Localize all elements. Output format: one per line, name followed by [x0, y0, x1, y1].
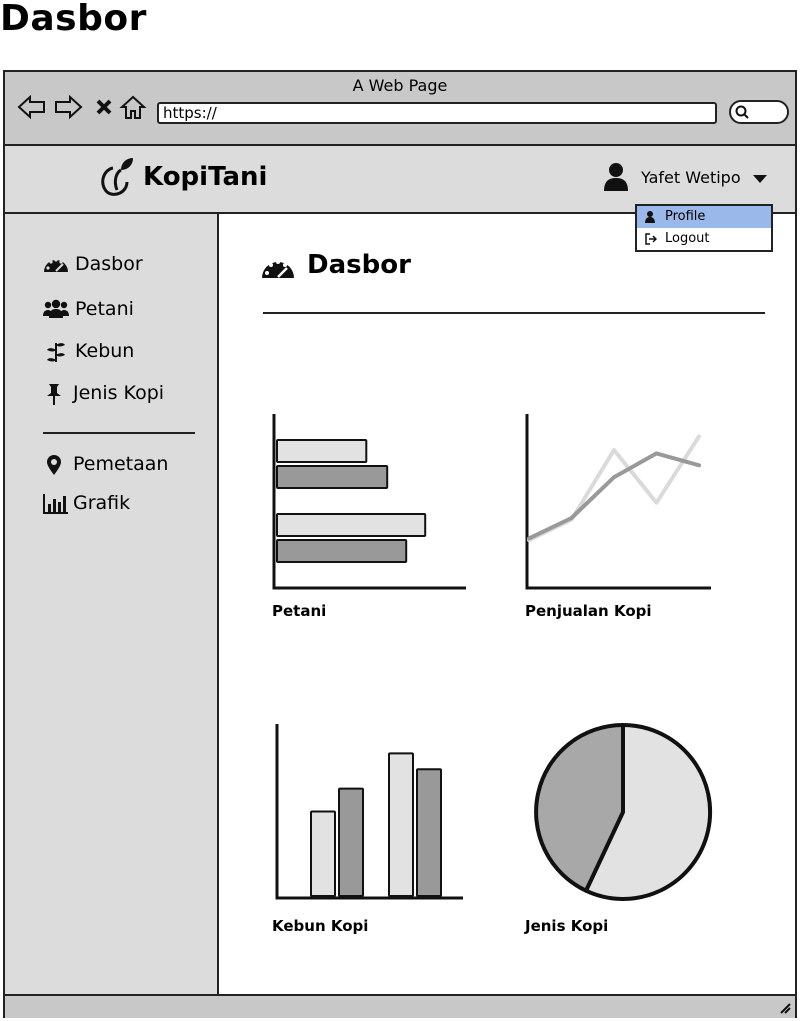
sidebar-item-label: Jenis Kopi — [73, 382, 165, 404]
sidebar-item-label: Petani — [75, 298, 134, 320]
sidebar-item-label: Pemetaan — [73, 453, 169, 475]
browser-search-button[interactable] — [729, 100, 789, 124]
bar — [310, 810, 336, 897]
forward-arrow-icon[interactable] — [53, 94, 83, 120]
sidebar-item-label: Dasbor — [75, 253, 143, 275]
resize-grip-icon[interactable] — [777, 1000, 791, 1014]
bar — [416, 768, 442, 897]
home-icon[interactable] — [119, 94, 147, 120]
dashboard-icon — [44, 258, 68, 272]
window-title: A Web Page — [352, 76, 448, 95]
search-icon — [735, 105, 749, 119]
menu-item-label: Profile — [665, 209, 706, 224]
close-icon[interactable] — [95, 98, 113, 116]
bar-chart-icon — [43, 494, 68, 514]
bar — [388, 752, 414, 898]
chart-title: Petani — [272, 602, 327, 620]
sidebar-item-label: Kebun — [75, 340, 135, 362]
series-line — [527, 451, 701, 541]
main-heading: Dasbor — [307, 250, 411, 280]
menu-item-profile[interactable]: Profile — [637, 206, 771, 228]
chevron-down-icon[interactable] — [753, 175, 767, 183]
heading-divider — [263, 312, 765, 314]
bar — [338, 787, 364, 897]
chart-penjualan-kopi — [525, 414, 711, 590]
page-title: Dasbor — [0, 0, 147, 39]
address-bar[interactable]: https:// — [157, 102, 717, 124]
address-text: https:// — [163, 104, 217, 122]
chart-title: Kebun Kopi — [272, 917, 369, 935]
back-arrow-icon[interactable] — [17, 94, 47, 120]
bar — [276, 465, 389, 489]
chart-axes — [525, 414, 711, 590]
brand-name[interactable]: KopiTani — [143, 162, 267, 192]
sidebar-item-label: Grafik — [73, 492, 131, 514]
menu-item-label: Logout — [665, 231, 710, 246]
chart-title: Penjualan Kopi — [525, 602, 652, 620]
browser-window: A Web Page https:// KopiTani Yafet Wetip… — [3, 70, 797, 1018]
user-icon — [645, 211, 655, 223]
status-bar — [5, 994, 795, 1018]
chart-title: Jenis Kopi — [525, 917, 609, 935]
pin-icon — [47, 384, 61, 405]
user-dropdown-menu: Profile Logout — [635, 204, 773, 252]
browser-toolbar: A Web Page https:// — [5, 72, 795, 146]
logout-icon — [645, 233, 657, 245]
sidebar-divider — [43, 432, 195, 434]
sidebar: Dasbor Petani Kebun Jenis Kopi Pemetaan … — [5, 214, 219, 998]
dashboard-icon — [262, 260, 294, 278]
user-name[interactable]: Yafet Wetipo — [641, 168, 741, 187]
bar — [276, 513, 427, 537]
chart-petani — [272, 414, 466, 590]
plant-icon — [47, 343, 65, 362]
chart-kebun-kopi — [275, 724, 463, 900]
coffee-leaf-icon[interactable] — [99, 156, 137, 200]
bar — [276, 439, 368, 463]
bar — [276, 539, 408, 563]
users-icon — [43, 299, 69, 318]
menu-item-logout[interactable]: Logout — [637, 228, 771, 250]
chart-jenis-kopi — [534, 723, 713, 901]
user-icon[interactable] — [603, 162, 629, 192]
map-marker-icon — [47, 455, 61, 475]
